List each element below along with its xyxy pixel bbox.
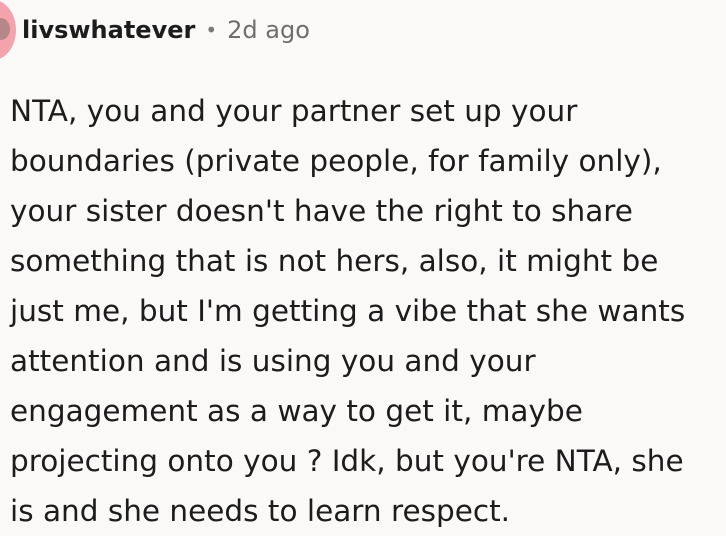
comment-meta: livswhatever • 2d ago [22,12,310,48]
separator-dot: • [205,18,218,42]
comment-body: NTA, you and your partner set up your bo… [10,94,686,528]
avatar-figure-icon [0,18,10,40]
comment: livswhatever • 2d ago NTA, you and your … [0,0,726,536]
avatar[interactable] [0,0,16,60]
author-username[interactable]: livswhatever [22,16,195,44]
timestamp[interactable]: 2d ago [227,16,310,44]
